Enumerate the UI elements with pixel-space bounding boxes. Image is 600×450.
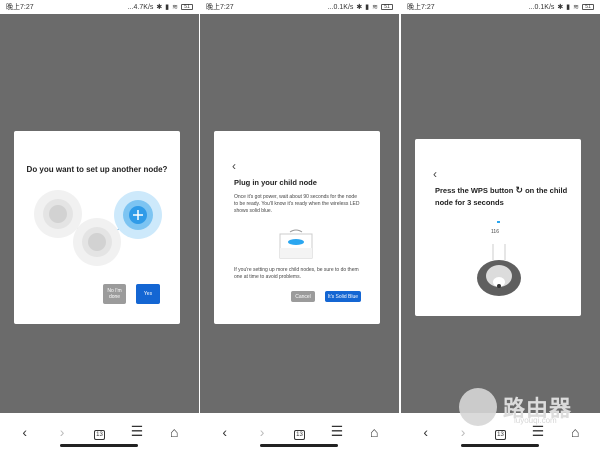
signal-icon: ▮ <box>365 4 370 11</box>
its-solid-blue-button[interactable]: It's Solid Blue <box>325 291 361 302</box>
home-icon[interactable]: ⌂ <box>364 424 384 440</box>
battery-icon: 51 <box>181 4 193 10</box>
home-icon[interactable]: ⌂ <box>164 424 184 440</box>
wps-icon: ↻ <box>515 185 523 195</box>
screen-1: 晚上7:27 ...4.7K/s ✱ ▮ ≋ 51 Do you want to… <box>0 0 199 450</box>
multiple-nodes-text: If you're setting up more child nodes, b… <box>234 267 359 280</box>
bluetooth-icon: ✱ <box>356 4 363 11</box>
cancel-button[interactable]: Cancel <box>291 291 315 302</box>
bluetooth-icon: ✱ <box>156 4 163 11</box>
tab-count: 13 <box>494 430 506 440</box>
signal-icon: ▮ <box>566 4 571 11</box>
browser-nav-bar: ‹ › 13 ☰ ⌂ <box>200 413 399 450</box>
back-icon[interactable]: ‹ <box>416 424 436 440</box>
title-part1: Press the WPS button <box>435 186 514 195</box>
browser-nav-bar: ‹ › 13 ☰ ⌂ <box>0 413 199 450</box>
node-device-illustration <box>279 229 313 259</box>
countdown-counter: 116 <box>491 229 499 235</box>
battery-icon: 51 <box>381 4 393 10</box>
home-indicator[interactable] <box>260 444 338 447</box>
status-time: 晚上7:27 <box>407 4 435 11</box>
tabs-icon[interactable]: 13 <box>89 423 109 440</box>
plug-in-child-node-dialog: ‹ Plug in your child node Once it's got … <box>214 131 380 324</box>
network-speed: ...0.1K/s <box>327 3 354 11</box>
press-wps-dialog: ‹ Press the WPS button ↻ on the child no… <box>415 139 581 316</box>
wifi-icon: ≋ <box>573 4 579 11</box>
status-bar: 晚上7:27 ...0.1K/s ✱ ▮ ≋ 51 <box>200 0 399 14</box>
status-time: 晚上7:27 <box>6 4 34 11</box>
nodes-illustration <box>34 190 162 266</box>
setup-another-node-dialog: Do you want to set up another node? No I… <box>14 131 180 324</box>
wifi-icon: ≋ <box>172 4 178 11</box>
forward-icon[interactable]: › <box>252 424 272 440</box>
instructions-text: Once it's got power, wait about 90 secon… <box>234 194 360 214</box>
tab-count: 13 <box>293 430 305 440</box>
tabs-icon[interactable]: 13 <box>289 423 309 440</box>
status-time: 晚上7:27 <box>206 4 234 11</box>
network-speed: ...0.1K/s <box>528 3 555 11</box>
solid-blue-label: It's Solid Blue <box>327 293 359 300</box>
bluetooth-icon: ✱ <box>557 4 564 11</box>
wifi-icon: ≋ <box>372 4 378 11</box>
dialog-title: Press the WPS button ↻ on the child node… <box>435 184 571 209</box>
screen-3: 晚上7:27 ...0.1K/s ✱ ▮ ≋ 51 ‹ Press the WP… <box>401 0 600 450</box>
back-icon[interactable]: ‹ <box>232 159 236 173</box>
watermark-site: luyouqi.com <box>514 416 557 425</box>
menu-icon[interactable]: ☰ <box>127 423 147 440</box>
dialog-title: Plug in your child node <box>234 178 317 187</box>
home-indicator[interactable] <box>60 444 138 447</box>
no-button-label: No I'm done <box>107 288 122 300</box>
status-bar: 晚上7:27 ...0.1K/s ✱ ▮ ≋ 51 <box>401 0 600 14</box>
wps-node-illustration <box>477 244 521 296</box>
battery-icon: 51 <box>582 4 594 10</box>
yes-button[interactable]: Yes <box>136 284 160 304</box>
back-icon[interactable]: ‹ <box>215 424 235 440</box>
forward-icon[interactable]: › <box>52 424 72 440</box>
back-icon[interactable]: ‹ <box>433 167 437 181</box>
dialog-title: Do you want to set up another node? <box>26 165 168 174</box>
back-icon[interactable]: ‹ <box>15 424 35 440</box>
menu-icon[interactable]: ☰ <box>327 423 347 440</box>
progress-dot <box>497 221 500 223</box>
home-indicator[interactable] <box>461 444 539 447</box>
yes-button-label: Yes <box>143 291 153 297</box>
signal-icon: ▮ <box>165 4 170 11</box>
tab-count: 13 <box>93 430 105 440</box>
router-logo-icon <box>459 388 497 426</box>
cancel-label: Cancel <box>295 293 311 300</box>
network-speed: ...4.7K/s <box>127 3 154 11</box>
no-im-done-button[interactable]: No I'm done <box>103 284 126 304</box>
status-bar: 晚上7:27 ...4.7K/s ✱ ▮ ≋ 51 <box>0 0 199 14</box>
screen-2: 晚上7:27 ...0.1K/s ✱ ▮ ≋ 51 ‹ Plug in your… <box>200 0 399 450</box>
